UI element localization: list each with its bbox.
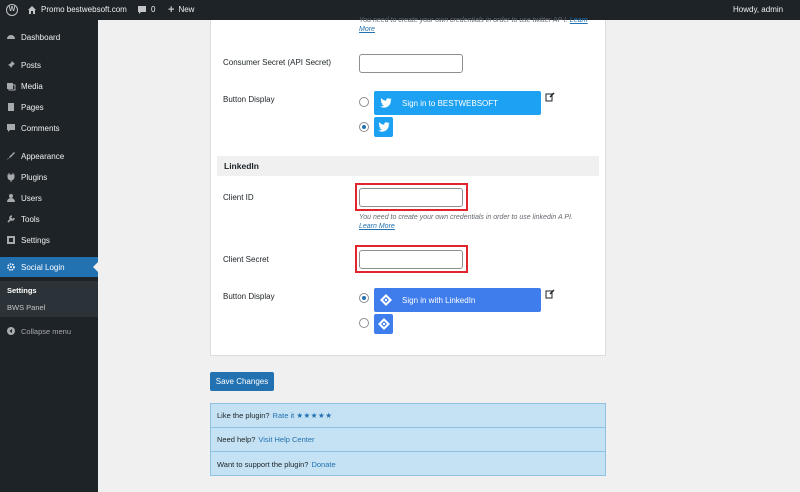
sidebar-item-label: Media [21,81,43,91]
sidebar-item-label: Dashboard [21,32,61,42]
sidebar-item-tools[interactable]: Tools [0,210,98,228]
help-center-link[interactable]: Visit Help Center [258,435,314,444]
sidebar-item-label: Tools [21,214,40,224]
user-icon [7,194,15,202]
consumer-secret-label: Consumer Secret (API Secret) [223,58,332,67]
linkedin-full-button-radio[interactable] [359,293,369,303]
linkedin-section-heading: LinkedIn [217,156,599,176]
sidebar-item-label: Pages [21,102,44,112]
sidebar-item-label: Appearance [21,151,65,161]
client-id-input[interactable] [359,188,463,207]
consumer-secret-input[interactable] [359,54,463,73]
twitter-full-button-radio[interactable] [359,97,369,107]
sidebar-item-label: Social Login [21,262,65,272]
linkedin-signin-button-preview: Sign in with LinkedIn [374,288,541,312]
twitter-button-text: Sign in to BESTWEBSOFT [402,98,499,108]
linkedin-help-text: You need to create your own credentials … [359,214,573,230]
twitter-button-display-label: Button Display [223,95,275,104]
edit-icon[interactable] [545,289,555,299]
help-row: Need help? Visit Help Center [211,428,605,452]
sidebar-item-posts[interactable]: Posts [0,56,98,74]
sidebar-item-users[interactable]: Users [0,189,98,207]
twitter-bird-icon [374,91,398,115]
sidebar-item-label: Posts [21,60,42,70]
twitter-signin-button-preview: Sign in to BESTWEBSOFT [374,91,541,115]
linkedin-button-display-label: Button Display [223,292,275,301]
wordpress-logo-icon[interactable]: W [6,0,18,20]
media-icon [7,83,16,91]
submenu-item-settings[interactable]: Settings [7,286,37,295]
linkedin-logo-icon [374,288,398,312]
linkedin-learn-more-link[interactable]: Learn More [359,223,395,230]
plug-icon [7,173,15,182]
collapse-menu-button[interactable]: Collapse menu [0,322,98,340]
dashboard-icon [7,35,15,39]
save-changes-button[interactable]: Save Changes [210,372,274,391]
linkedin-logo-icon [377,318,390,330]
support-row: Want to support the plugin? Donate [217,459,336,469]
donate-link[interactable]: Donate [311,460,335,469]
comments-count: 0 [151,5,156,14]
sidebar-item-pages[interactable]: Pages [0,98,98,116]
linkedin-button-text: Sign in with LinkedIn [402,295,476,305]
submenu-item-bws-panel[interactable]: BWS Panel [7,303,45,312]
rate-plugin-row: Like the plugin? Rate it ★★★★★ [211,404,605,428]
brush-icon [7,152,15,160]
sidebar-item-appearance[interactable]: Appearance [0,147,98,165]
comment-icon [138,6,146,14]
new-content-link[interactable]: + New [168,0,194,20]
sidebar-item-label: Settings [21,235,50,245]
twitter-bird-icon [377,122,389,132]
sidebar-item-comments[interactable]: Comments [0,119,98,137]
wrench-icon [7,215,15,223]
site-name-link[interactable]: Promo bestwebsoft.com [27,0,127,20]
plugin-info-box: Like the plugin? Rate it ★★★★★ Need help… [210,403,606,476]
rating-stars: ★★★★★ [296,411,333,420]
admin-sidebar: Dashboard Posts Media Pages Comments App… [0,20,98,492]
rate-it-link[interactable]: Rate it ★★★★★ [273,411,333,420]
site-name: Promo bestwebsoft.com [41,5,127,14]
sidebar-item-media[interactable]: Media [0,77,98,95]
new-label: New [178,5,195,14]
howdy-text: Howdy, admin [733,5,784,14]
client-secret-label: Client Secret [223,255,269,264]
sidebar-item-label: Plugins [21,172,48,182]
comments-link[interactable]: 0 [137,0,155,20]
twitter-icon-button-preview [374,117,393,137]
sidebar-item-label: Users [21,193,42,203]
client-secret-input[interactable] [359,250,463,269]
edit-icon[interactable] [545,92,555,102]
twitter-help-text: You need to create your own credentials … [359,17,588,33]
settings-icon [7,236,15,244]
collapse-icon [7,327,15,335]
client-id-label: Client ID [223,193,254,202]
gear-icon [7,263,15,271]
account-menu[interactable]: Howdy, admin [733,0,783,20]
collapse-menu-label: Collapse menu [21,326,72,336]
pages-icon [8,103,14,111]
linkedin-icon-button-preview [374,314,393,334]
sidebar-item-plugins[interactable]: Plugins [0,168,98,186]
plus-icon: + [168,4,175,16]
home-icon [28,6,36,14]
sidebar-item-label: Comments [21,123,60,133]
sidebar-item-social-login[interactable]: Social Login [0,257,98,277]
twitter-icon-only-radio[interactable] [359,122,369,132]
sidebar-item-dashboard[interactable]: Dashboard [0,28,98,46]
pin-icon [7,61,15,69]
linkedin-icon-only-radio[interactable] [359,318,369,328]
sidebar-item-settings[interactable]: Settings [0,231,98,249]
comment-icon [7,124,15,132]
